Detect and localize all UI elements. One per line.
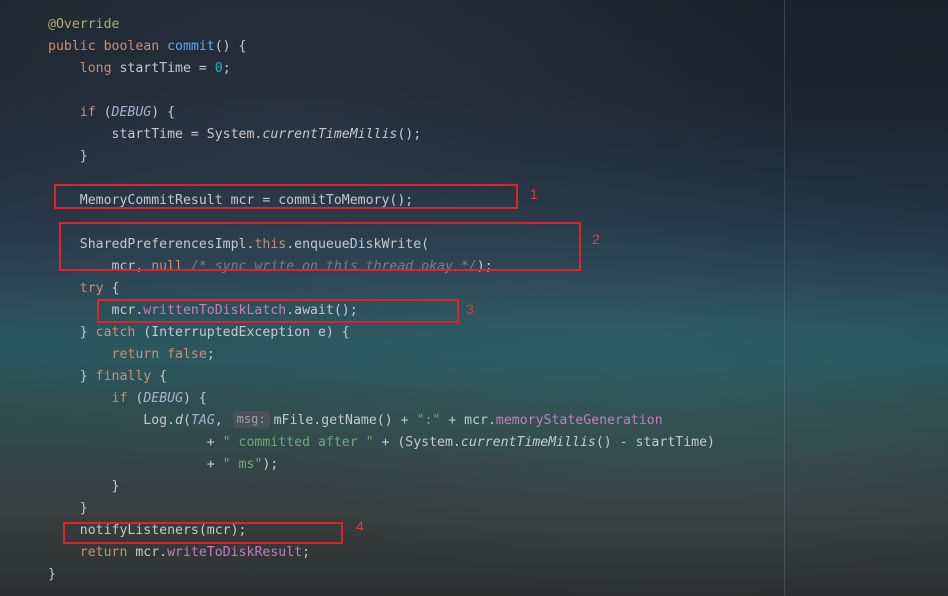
code-token: mFile.getName() + [273, 413, 417, 428]
code-token: + [48, 457, 223, 472]
code-line[interactable]: } [48, 564, 56, 586]
code-line[interactable]: Log.d(TAG, msg: mFile.getName() + ":" + m… [48, 410, 663, 432]
code-token: (); [397, 127, 422, 142]
code-token: DEBUG [143, 391, 184, 406]
code-token: currentTimeMillis [262, 127, 398, 142]
code-token: DEBUG [111, 105, 152, 120]
code-token: memoryStateGeneration [495, 413, 663, 428]
code-line[interactable]: public boolean commit() { [48, 36, 247, 58]
code-token: } [48, 567, 56, 582]
code-token: ) { [183, 391, 207, 406]
callout-number-3: 3 [466, 301, 474, 317]
code-token: ( [183, 413, 191, 428]
code-token: { [159, 369, 168, 384]
code-token: if [111, 391, 136, 406]
code-line[interactable]: } [48, 476, 120, 498]
code-line[interactable]: } catch (InterruptedException e) { [48, 322, 350, 344]
code-token: } [48, 149, 88, 164]
code-token: ); [262, 457, 279, 472]
code-token: ) { [151, 105, 176, 120]
code-token: " ms" [222, 457, 263, 472]
code-line[interactable]: if (DEBUG) { [48, 102, 175, 124]
code-token: () - startTime) [595, 435, 715, 450]
code-line[interactable]: long startTime = 0; [48, 58, 231, 80]
callout-box-4 [63, 522, 343, 544]
code-token: } [48, 479, 120, 494]
code-line[interactable]: + " committed after " + (System.currentT… [48, 432, 715, 454]
code-token: " committed after " [222, 435, 374, 450]
code-line[interactable]: @Override [48, 14, 119, 36]
code-line[interactable]: if (DEBUG) { [48, 388, 207, 410]
code-token: d [175, 413, 183, 428]
code-token: if [79, 105, 104, 120]
code-token: } [48, 325, 96, 340]
code-token: 0 [214, 61, 223, 76]
code-token: ( [103, 105, 112, 120]
code-token: + [48, 435, 223, 450]
code-token: commit [167, 39, 215, 54]
code-token: ":" [416, 413, 441, 428]
code-token: ; [302, 545, 311, 560]
callout-number-1: 1 [530, 186, 538, 202]
code-token: Log. [48, 413, 176, 428]
code-token: long [79, 61, 120, 76]
code-line[interactable]: } [48, 498, 88, 520]
code-token: , [214, 413, 231, 428]
code-token: + (System. [373, 435, 461, 450]
code-token: TAG [190, 413, 215, 428]
callout-box-2 [59, 222, 581, 271]
right-margin-guide [784, 0, 785, 596]
code-line[interactable]: } finally { [48, 366, 167, 388]
code-token: public boolean [48, 39, 168, 54]
code-line[interactable]: return false; [48, 344, 215, 366]
code-token: catch [95, 325, 144, 340]
parameter-hint: msg: [232, 411, 270, 428]
code-token: ; [206, 347, 215, 362]
code-token: @Override [48, 17, 120, 32]
code-token: currentTimeMillis [460, 435, 596, 450]
code-token: } [48, 369, 96, 384]
code-token: ; [222, 61, 231, 76]
code-token: try [79, 281, 112, 296]
code-token: return [79, 545, 136, 560]
code-line[interactable]: + " ms"); [48, 454, 278, 476]
code-token: () { [214, 39, 247, 54]
code-line[interactable]: startTime = System.currentTimeMillis(); [48, 124, 422, 146]
code-token: mcr. [135, 545, 168, 560]
code-token: startTime = System. [48, 127, 263, 142]
code-line[interactable]: try { [48, 278, 120, 300]
code-line[interactable]: return mcr.writeToDiskResult; [48, 542, 310, 564]
callout-number-2: 2 [592, 231, 600, 247]
callout-number-4: 4 [356, 518, 364, 534]
code-token: finally [95, 369, 160, 384]
callout-box-1 [54, 184, 518, 209]
background-image [0, 0, 948, 596]
code-token: + mcr. [440, 413, 496, 428]
code-token: (InterruptedException e) { [143, 325, 350, 340]
code-token: writeToDiskResult [167, 545, 303, 560]
code-token: return false [111, 347, 207, 362]
callout-box-3 [97, 299, 459, 323]
code-token: { [111, 281, 120, 296]
code-line[interactable]: } [48, 146, 88, 168]
code-token: } [48, 501, 88, 516]
code-token: startTime = [119, 61, 215, 76]
